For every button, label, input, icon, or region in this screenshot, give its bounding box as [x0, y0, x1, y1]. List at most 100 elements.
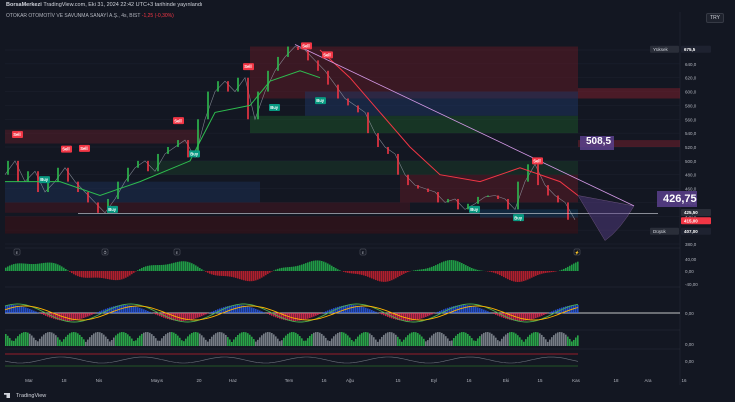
osc1-bar [223, 271, 225, 277]
volume-bar [361, 333, 363, 346]
volume-bar [403, 339, 405, 346]
osc1-bar [565, 267, 567, 271]
osc2-bar [543, 313, 545, 315]
osc1-bar [569, 265, 571, 271]
volume-bar [39, 338, 41, 346]
candle [287, 46, 289, 57]
osc1-bar [357, 271, 359, 275]
volume-bar [313, 332, 315, 346]
osc2-bar [261, 311, 263, 313]
osc1-bar [347, 271, 349, 273]
osc2-bar [529, 313, 531, 320]
osc2-bar [125, 305, 127, 313]
candle [457, 198, 459, 210]
osc2-bar [461, 305, 463, 313]
osc2-bar [463, 305, 465, 313]
osc1-bar [267, 271, 269, 274]
volume-bar [7, 335, 9, 346]
osc1-bar [191, 263, 193, 271]
osc1-bar [447, 260, 449, 271]
volume-bar [5, 334, 7, 346]
volume-bar [295, 332, 297, 346]
volume-bar [487, 332, 489, 346]
osc2-bar [133, 306, 135, 313]
tradingview-footer: TradingView [4, 393, 46, 399]
volume-bar [491, 333, 493, 346]
candle [147, 160, 149, 172]
osc2-bar [13, 305, 15, 313]
volume-bar [477, 338, 479, 346]
sell-marker-label: Sell [323, 52, 330, 57]
osc1-bar [295, 266, 297, 271]
osc1-bar [433, 265, 435, 271]
osc1-bar [259, 271, 261, 279]
volume-bar [251, 336, 253, 346]
volume-bar [223, 333, 225, 346]
time-axis-label: Eki [503, 378, 509, 383]
osc1-bar [233, 271, 235, 278]
candle [377, 133, 379, 147]
osc1-bar [305, 263, 307, 271]
osc1-bar [331, 265, 333, 271]
volume-bar [283, 337, 285, 346]
volume-bar [37, 341, 39, 346]
osc1-bar [189, 262, 191, 271]
osc1-bar [533, 271, 535, 277]
osc1-bar [297, 265, 299, 271]
osc1-bar [577, 261, 579, 271]
osc2-bar [369, 309, 371, 313]
osc2-bar [67, 313, 69, 321]
volume-bar [561, 332, 563, 346]
volume-bar [23, 332, 25, 346]
osc2-bar [417, 313, 419, 320]
osc1-bar [127, 271, 129, 277]
osc2-bar [237, 305, 239, 313]
osc1-bar [69, 271, 71, 272]
candle [87, 192, 89, 203]
osc1-bar [113, 271, 115, 281]
volume-bar [225, 335, 227, 346]
volume-bar [519, 337, 521, 346]
osc2-bar [135, 306, 137, 313]
osc1-bar [21, 263, 23, 271]
osc1-bar [517, 271, 519, 282]
volume-bar [409, 333, 411, 346]
volume-bar [143, 332, 145, 346]
volume-bar [495, 337, 497, 346]
volume-bar [375, 339, 377, 346]
symbol-legend: OTOKAR OTOMOTİV VE SAVUNMA SANAYİ A.Ş., … [6, 13, 174, 19]
volume-bar [301, 338, 303, 346]
volume-bar [267, 332, 269, 346]
volume-bar [471, 338, 473, 346]
osc1-bar [91, 271, 93, 278]
osc1-bar [503, 271, 505, 278]
osc2-bar [269, 313, 271, 315]
volume-bar [527, 336, 529, 346]
osc1-bar [407, 271, 409, 273]
volume-bar [549, 339, 551, 346]
currency-button[interactable]: TRY [706, 13, 724, 23]
osc2-bar [523, 313, 525, 321]
volume-bar [531, 333, 533, 346]
volume-bar [161, 338, 163, 346]
sell-marker-label: Sell [62, 147, 69, 152]
osc1-bar [153, 265, 155, 271]
osc1-bar [239, 271, 241, 280]
volume-bar [381, 336, 383, 346]
osc1-bar [27, 263, 29, 271]
osc1-bar [389, 271, 391, 281]
volume-bar [287, 333, 289, 346]
osc1-bar [527, 271, 529, 280]
volume-bar [177, 335, 179, 346]
price-tick-label: 480,0 [685, 173, 697, 178]
volume-bar [21, 332, 23, 346]
osc1-bar [375, 271, 377, 281]
osc1-bar [99, 271, 101, 278]
osc1-bar [387, 271, 389, 282]
volume-bar [67, 334, 69, 346]
osc1-bar [513, 271, 515, 282]
tag-415-value: 415,00 [684, 218, 698, 223]
volume-bar [383, 334, 385, 346]
osc1-bar [363, 271, 365, 276]
osc1-bar [7, 266, 9, 271]
